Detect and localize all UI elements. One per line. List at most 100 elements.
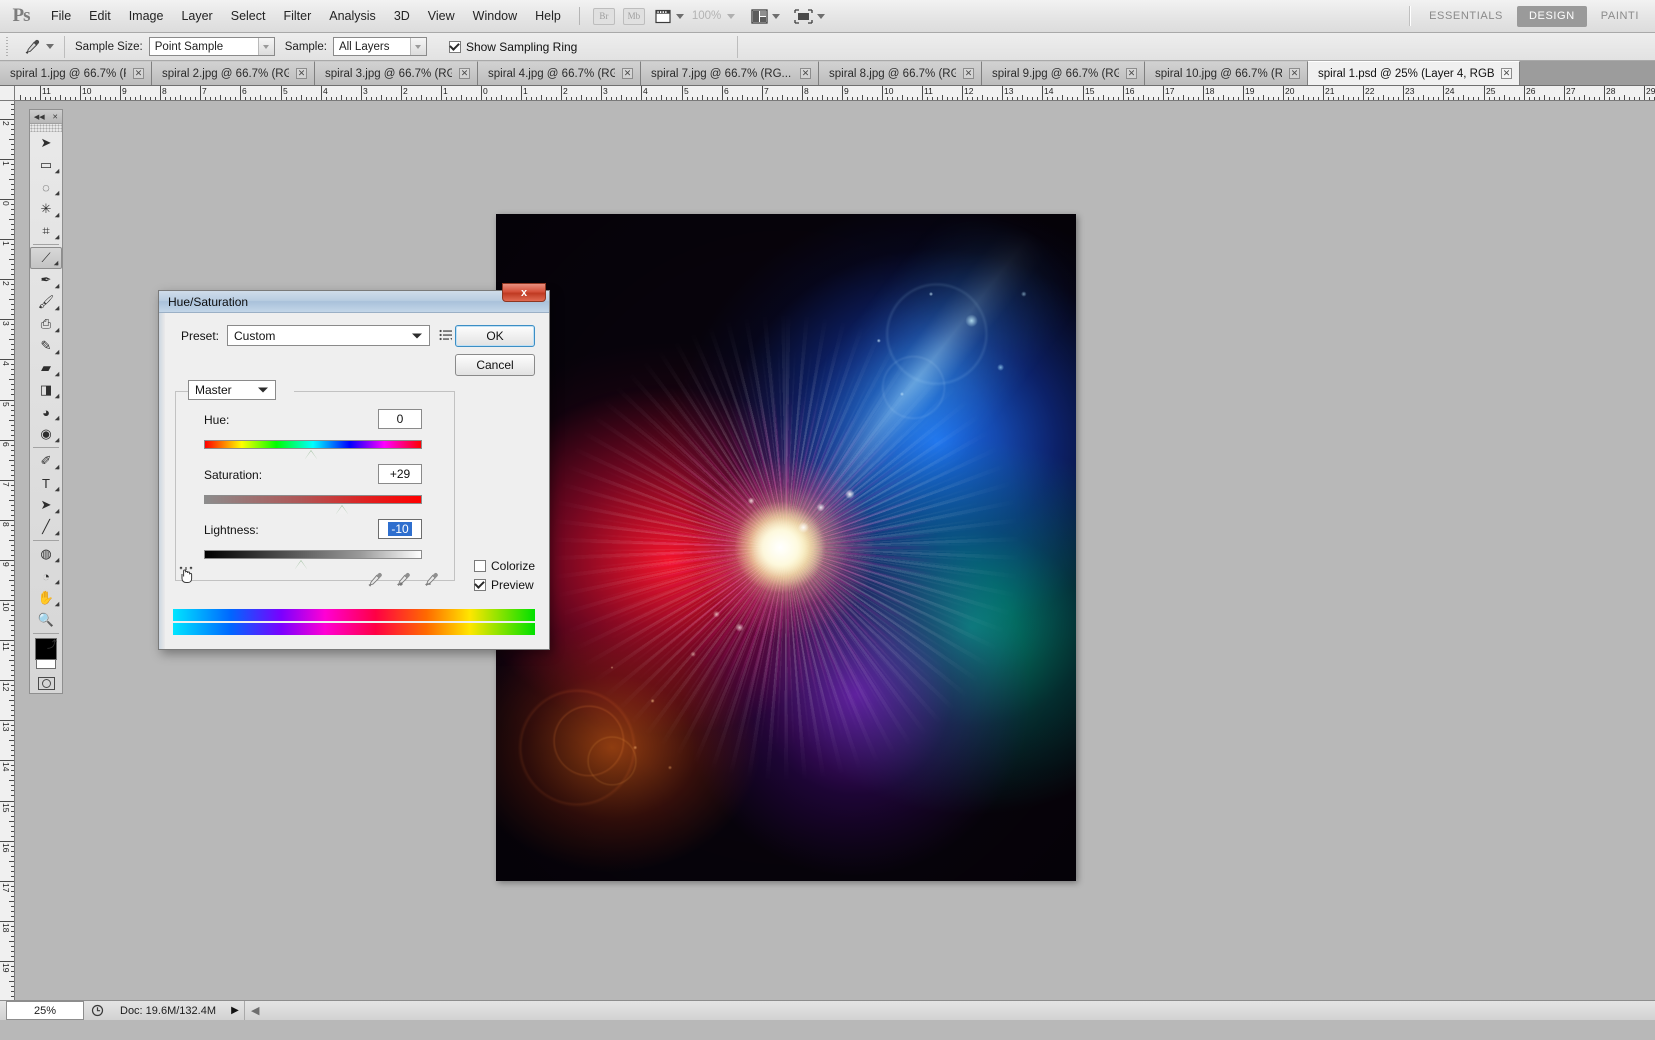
- tab-close-icon[interactable]: ✕: [133, 68, 144, 79]
- crop-tool[interactable]: ⌗: [30, 220, 62, 242]
- saturation-value-field[interactable]: +29: [378, 464, 422, 484]
- screen-mode-button[interactable]: [794, 8, 826, 24]
- tab-close-icon[interactable]: ✕: [459, 68, 470, 79]
- pen-tool[interactable]: ✐: [30, 450, 62, 472]
- horizontal-ruler[interactable]: 11 10 9 8 7 6 5 4 3 2 1 0 1 2 3 4 5 6 7 8 9 10 11 12 13 14 15 16 17 1…: [15, 86, 1655, 101]
- hue-saturation-dialog[interactable]: Hue/Saturation x Preset: Custom OK Cance…: [158, 283, 550, 650]
- menu-file[interactable]: File: [42, 0, 80, 33]
- lightness-slider-track[interactable]: [204, 550, 422, 569]
- workspace-tab-design[interactable]: DESIGN: [1516, 5, 1587, 27]
- line-tool[interactable]: ╱: [30, 516, 62, 538]
- workspace-tab-painti[interactable]: PAINTI: [1589, 6, 1651, 27]
- sample-select[interactable]: All Layers: [332, 37, 427, 56]
- workspace-tab-essentials[interactable]: ESSENTIALS: [1417, 6, 1515, 27]
- collapse-panel-icon[interactable]: ◀◀: [34, 113, 45, 121]
- preset-select[interactable]: Custom: [227, 325, 431, 346]
- cancel-button[interactable]: Cancel: [455, 354, 535, 376]
- saturation-slider-thumb[interactable]: [336, 505, 349, 514]
- menu-window[interactable]: Window: [464, 0, 526, 33]
- close-button[interactable]: x: [502, 283, 546, 302]
- tab-close-icon[interactable]: ✕: [296, 68, 307, 79]
- sample-size-select[interactable]: Point Sample: [148, 37, 275, 56]
- quick-mask-button[interactable]: [30, 673, 62, 693]
- menu-edit[interactable]: Edit: [80, 0, 120, 33]
- eyedropper-icon[interactable]: [367, 572, 383, 591]
- lasso-tool[interactable]: ◌: [30, 176, 62, 198]
- eyedropper-tool[interactable]: ⟋: [30, 247, 62, 269]
- menu-layer[interactable]: Layer: [172, 0, 221, 33]
- menu-view[interactable]: View: [419, 0, 464, 33]
- bridge-button[interactable]: Br: [592, 6, 616, 26]
- hue-slider-thumb[interactable]: [304, 450, 317, 459]
- zoom-chevron-down-icon[interactable]: [727, 13, 736, 19]
- tools-panel-grip[interactable]: [30, 124, 62, 132]
- document-tab[interactable]: spiral 2.jpg @ 66.7% (RG... ✕: [152, 61, 315, 85]
- dialog-title-bar[interactable]: Hue/Saturation x: [159, 283, 549, 313]
- 3d-orbit-tool[interactable]: ◔: [30, 565, 62, 587]
- blur-tool[interactable]: ◕: [30, 401, 62, 423]
- colorize-checkbox[interactable]: [473, 560, 486, 572]
- marquee-tool[interactable]: ▭: [30, 154, 62, 176]
- eraser-tool[interactable]: ▰: [30, 357, 62, 379]
- tab-close-icon[interactable]: ✕: [800, 68, 811, 79]
- magic-wand-tool[interactable]: ✳: [30, 198, 62, 220]
- channel-select[interactable]: Master: [188, 380, 276, 400]
- path-selection-tool[interactable]: ➤: [30, 494, 62, 516]
- 3d-rotate-tool[interactable]: ◍: [30, 543, 62, 565]
- color-swatches[interactable]: ⤴: [34, 637, 58, 671]
- menu-help[interactable]: Help: [526, 0, 570, 33]
- lightness-slider-thumb[interactable]: [295, 560, 308, 569]
- healing-brush-tool[interactable]: ✒: [30, 269, 62, 291]
- hue-slider-track[interactable]: [204, 440, 422, 459]
- zoom-percent-field[interactable]: 25%: [6, 1001, 84, 1020]
- clock-icon[interactable]: [84, 1001, 110, 1020]
- lightness-value-field[interactable]: -10: [378, 519, 422, 539]
- tab-close-icon[interactable]: ✕: [622, 68, 633, 79]
- document-tab[interactable]: spiral 10.jpg @ 66.7% (R... ✕: [1145, 61, 1308, 85]
- tab-close-icon[interactable]: ✕: [1289, 68, 1300, 79]
- document-tab[interactable]: spiral 1.jpg @ 66.7% (RG... ✕: [0, 61, 152, 85]
- document-tab[interactable]: spiral 9.jpg @ 66.7% (RG... ✕: [982, 61, 1145, 85]
- saturation-slider-track[interactable]: [204, 495, 422, 514]
- history-brush-tool[interactable]: ✎: [30, 335, 62, 357]
- menu-3d[interactable]: 3D: [385, 0, 419, 33]
- preview-checkbox[interactable]: [473, 579, 486, 591]
- document-info[interactable]: Doc: 19.6M/132.4M: [110, 1005, 226, 1017]
- document-canvas[interactable]: [496, 214, 1076, 881]
- brush-tool[interactable]: 🖌: [30, 291, 62, 313]
- eyedropper-add-icon[interactable]: [395, 572, 411, 591]
- document-tab[interactable]: spiral 8.jpg @ 66.7% (RG... ✕: [819, 61, 982, 85]
- hand-tool[interactable]: ✋: [30, 587, 62, 609]
- move-tool[interactable]: ➤: [30, 132, 62, 154]
- menu-select[interactable]: Select: [222, 0, 275, 33]
- colorize-row[interactable]: Colorize: [473, 559, 535, 573]
- document-tab[interactable]: spiral 3.jpg @ 66.7% (RG... ✕: [315, 61, 478, 85]
- on-image-adjustment-icon[interactable]: [177, 566, 195, 589]
- menu-analysis[interactable]: Analysis: [320, 0, 385, 33]
- status-menu-arrow-icon[interactable]: ▶: [226, 1001, 244, 1020]
- tab-close-icon[interactable]: ✕: [1501, 68, 1512, 79]
- tools-panel-header[interactable]: ◀◀ ✕: [30, 110, 62, 124]
- show-sampling-ring-row[interactable]: Show Sampling Ring: [448, 40, 577, 54]
- preview-row[interactable]: Preview: [473, 578, 535, 592]
- options-bar-grip[interactable]: [6, 36, 11, 57]
- menu-filter[interactable]: Filter: [274, 0, 320, 33]
- tab-close-icon[interactable]: ✕: [1126, 68, 1137, 79]
- hue-value-field[interactable]: 0: [378, 409, 422, 429]
- vertical-ruler[interactable]: 2101234567891011121314151617181920: [0, 101, 15, 1020]
- show-sampling-ring-checkbox[interactable]: [448, 40, 461, 53]
- eyedropper-subtract-icon[interactable]: [423, 572, 439, 591]
- current-tool-eyedropper-icon[interactable]: [19, 36, 45, 58]
- close-panel-icon[interactable]: ✕: [52, 113, 58, 121]
- document-tab[interactable]: spiral 1.psd @ 25% (Layer 4, RGB/8#) ✕: [1308, 61, 1520, 85]
- tab-close-icon[interactable]: ✕: [963, 68, 974, 79]
- document-tab[interactable]: spiral 4.jpg @ 66.7% (RG... ✕: [478, 61, 641, 85]
- type-tool[interactable]: T: [30, 472, 62, 494]
- menu-image[interactable]: Image: [120, 0, 173, 33]
- ok-button[interactable]: OK: [455, 325, 535, 347]
- view-extras-button[interactable]: [655, 8, 684, 24]
- tool-preset-chevron-icon[interactable]: [46, 44, 54, 49]
- dodge-tool[interactable]: ◉: [30, 423, 62, 445]
- document-tab[interactable]: spiral 7.jpg @ 66.7% (RG... ✕: [641, 61, 819, 85]
- arrange-documents-button[interactable]: [751, 8, 781, 24]
